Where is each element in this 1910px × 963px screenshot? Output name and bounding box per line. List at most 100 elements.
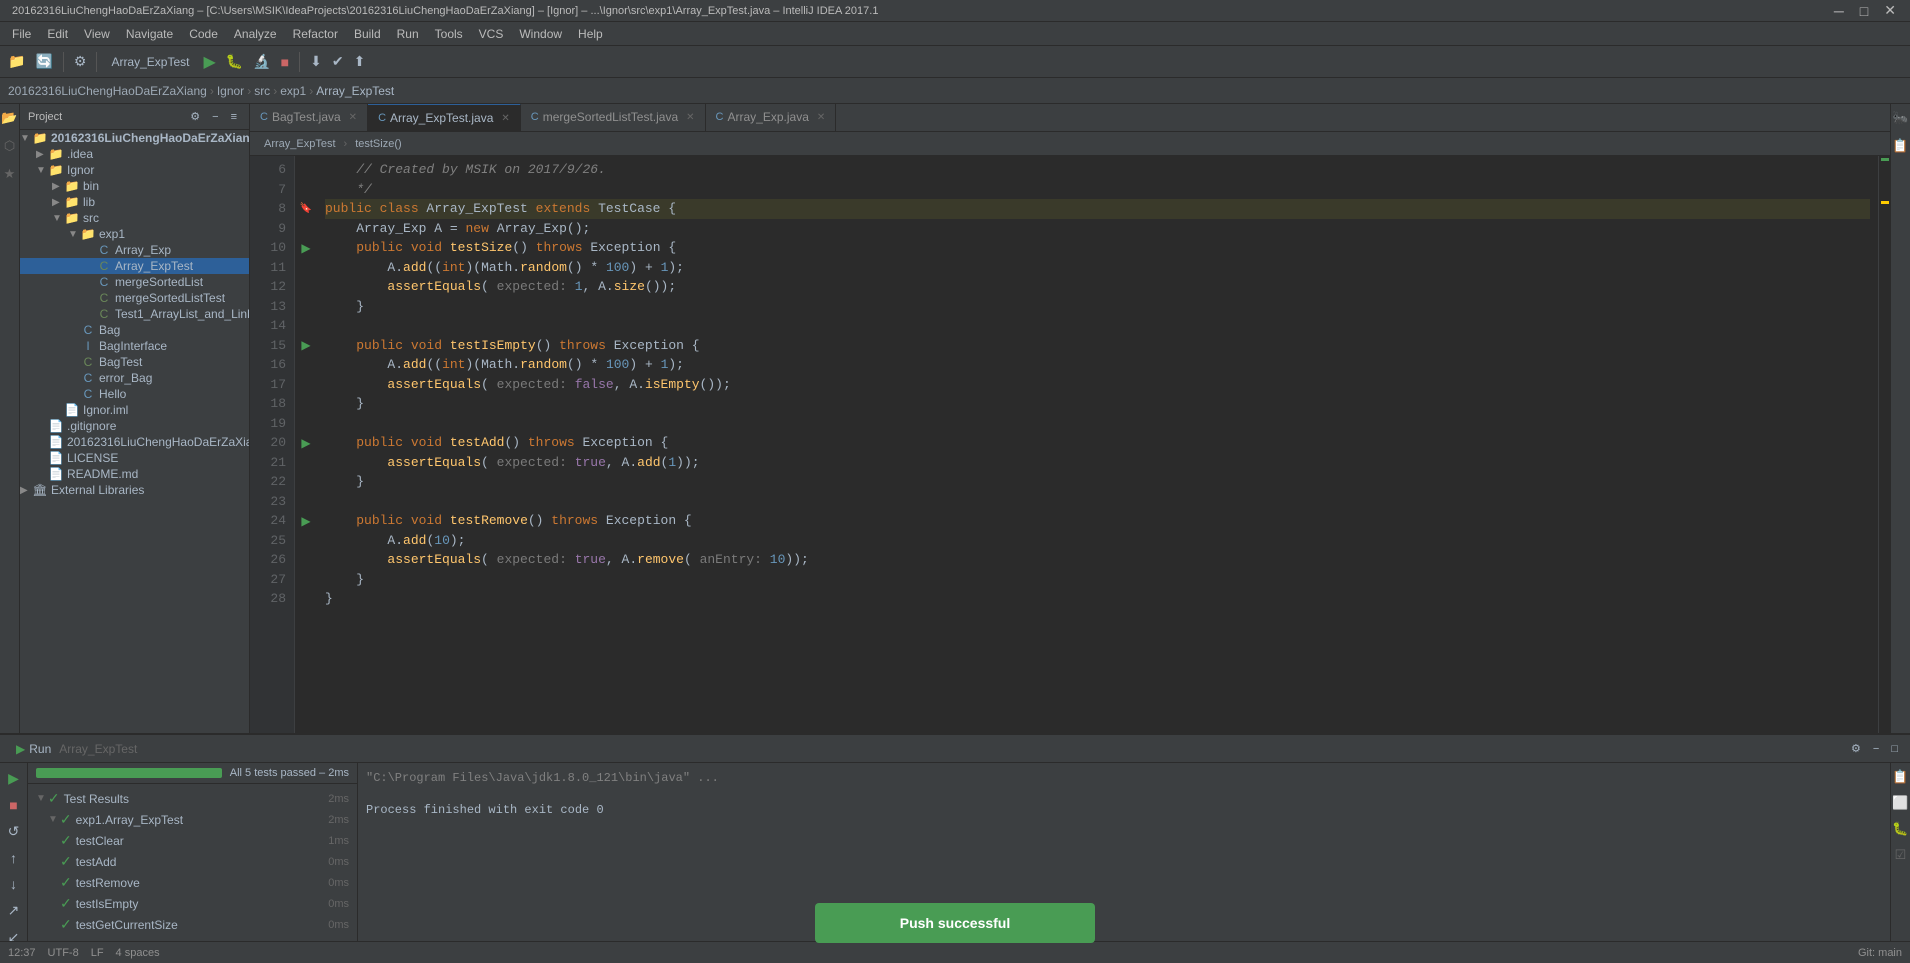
tree-bag[interactable]: C Bag <box>20 322 249 338</box>
run-tab[interactable]: ▶ Run Array_ExpTest <box>8 738 145 760</box>
breadcrumb-file[interactable]: Array_ExpTest <box>316 84 394 98</box>
tab-bagtest[interactable]: C BagTest.java ✕ <box>250 104 368 131</box>
tab-close-mergesorted[interactable]: ✕ <box>686 112 694 123</box>
vcs-update-btn[interactable]: ⬇ <box>306 51 326 72</box>
tree-src[interactable]: ▼ 📁 src <box>20 210 249 226</box>
terminal-icon[interactable]: ⬜ <box>1890 793 1910 813</box>
stop-button[interactable]: ■ <box>277 52 293 72</box>
test-item-testisempty[interactable]: ✓ testIsEmpty 0ms <box>28 893 357 914</box>
structure-icon[interactable]: ⬡ <box>2 136 17 156</box>
tree-readme[interactable]: 📄 README.md <box>20 466 249 482</box>
tree-lib[interactable]: ▶ 📁 lib <box>20 194 249 210</box>
menu-file[interactable]: File <box>4 25 39 43</box>
todo-icon[interactable]: ☑ <box>1893 845 1909 865</box>
run-gutter-15[interactable]: ▶ <box>301 338 310 352</box>
tab-close-array-exptest[interactable]: ✕ <box>501 113 509 124</box>
run-panel-maximize[interactable]: □ <box>1887 740 1902 757</box>
test-results-root[interactable]: ▼ ✓ Test Results 2ms <box>28 788 357 809</box>
breadcrumb-src[interactable]: src <box>254 84 270 98</box>
run-button[interactable]: ▶ <box>199 50 219 74</box>
run-stop-btn[interactable]: ■ <box>6 794 20 816</box>
tree-array-exptest[interactable]: C Array_ExpTest <box>20 258 249 274</box>
maximize-button[interactable]: □ <box>1854 2 1874 19</box>
tree-baginterface[interactable]: I BagInterface <box>20 338 249 354</box>
toolbar-project-btn[interactable]: 📁 <box>4 51 29 72</box>
breadcrumb-project[interactable]: 20162316LiuChengHaoDaErZaXiang <box>8 84 207 98</box>
vcs-commit-btn[interactable]: ✔ <box>328 51 348 72</box>
code-content[interactable]: // Created by MSIK on 2017/9/26. */ publ… <box>317 156 1878 733</box>
menu-analyze[interactable]: Analyze <box>226 25 285 43</box>
test-item-testadd[interactable]: ✓ testAdd 0ms <box>28 851 357 872</box>
tree-idea[interactable]: ▶ 📁 .idea <box>20 146 249 162</box>
toolbar-settings-btn[interactable]: ⚙ <box>70 51 91 72</box>
project-settings-btn[interactable]: ≡ <box>227 108 241 125</box>
test-item-testclear[interactable]: ✓ testClear 1ms <box>28 830 357 851</box>
run-gutter-10[interactable]: ▶ <box>301 241 310 255</box>
menu-run[interactable]: Run <box>389 25 427 43</box>
test-suite-item[interactable]: ▼ ✓ exp1.Array_ExpTest 2ms <box>28 809 357 830</box>
ed-breadcrumb-class[interactable]: Array_ExpTest <box>258 136 342 152</box>
tree-bagtest[interactable]: C BagTest <box>20 354 249 370</box>
project-icon[interactable]: 📂 <box>0 108 20 128</box>
tab-mergesorted[interactable]: C mergeSortedListTest.java ✕ <box>521 104 706 131</box>
tree-array-exp[interactable]: C Array_Exp <box>20 242 249 258</box>
tree-hello[interactable]: C Hello <box>20 386 249 402</box>
tree-mergesortedlist[interactable]: C mergeSortedList <box>20 274 249 290</box>
tab-array-exptest[interactable]: C Array_ExpTest.java ✕ <box>368 104 521 131</box>
tree-main-iml[interactable]: 📄 20162316LiuChengHaoDaErZaXiang.iml <box>20 434 249 450</box>
project-sync-btn[interactable]: ⚙ <box>186 108 204 125</box>
tab-close-bagtest[interactable]: ✕ <box>349 112 357 123</box>
tree-ignor-iml[interactable]: 📄 Ignor.iml <box>20 402 249 418</box>
debug-button[interactable]: 🐛 <box>222 51 247 72</box>
tree-mergesortedlisttest[interactable]: C mergeSortedListTest <box>20 290 249 306</box>
run-gutter-24[interactable]: ▶ <box>301 514 310 528</box>
menu-view[interactable]: View <box>76 25 118 43</box>
run-export-btn[interactable]: ↗ <box>5 899 23 922</box>
tree-gitignore[interactable]: 📄 .gitignore <box>20 418 249 434</box>
tree-test1[interactable]: C Test1_ArrayList_and_LinkedList <box>20 306 249 322</box>
run-up-btn[interactable]: ↑ <box>7 847 20 869</box>
event-log-bottom-icon[interactable]: 📋 <box>1890 767 1910 787</box>
menu-navigate[interactable]: Navigate <box>118 25 181 43</box>
tree-external-libs[interactable]: ▶ 🏛 External Libraries <box>20 482 249 498</box>
close-button[interactable]: ✕ <box>1878 2 1902 19</box>
menu-build[interactable]: Build <box>346 25 389 43</box>
tree-bin[interactable]: ▶ 📁 bin <box>20 178 249 194</box>
minimize-button[interactable]: ─ <box>1828 2 1850 19</box>
run-rerun-btn[interactable]: ↺ <box>5 820 23 843</box>
code-line-26: assertEquals( expected: true, A.remove( … <box>325 550 1870 570</box>
menu-edit[interactable]: Edit <box>39 25 76 43</box>
menu-help[interactable]: Help <box>570 25 611 43</box>
run-play-btn[interactable]: ▶ <box>5 767 22 790</box>
menu-tools[interactable]: Tools <box>427 25 471 43</box>
tree-error-bag[interactable]: C error_Bag <box>20 370 249 386</box>
run-down-btn[interactable]: ↓ <box>7 873 20 895</box>
menu-code[interactable]: Code <box>181 25 226 43</box>
tree-license[interactable]: 📄 LICENSE <box>20 450 249 466</box>
breadcrumb-exp1[interactable]: exp1 <box>280 84 306 98</box>
run-gutter-20[interactable]: ▶ <box>301 436 310 450</box>
tab-icon-bagtest: C <box>260 111 268 123</box>
project-collapse-btn[interactable]: − <box>208 108 222 125</box>
tab-close-array-exp[interactable]: ✕ <box>817 112 825 123</box>
test-item-testremove[interactable]: ✓ testRemove 0ms <box>28 872 357 893</box>
run-panel-minimize[interactable]: − <box>1869 740 1883 757</box>
debug-icon[interactable]: 🐛 <box>1890 819 1910 839</box>
event-log-icon[interactable]: 📋 <box>1890 136 1910 156</box>
tab-array-exp[interactable]: C Array_Exp.java ✕ <box>706 104 837 131</box>
ant-icon[interactable]: 🐜 <box>1890 108 1910 128</box>
tree-ignor[interactable]: ▼ 📁 Ignor <box>20 162 249 178</box>
vcs-push-btn[interactable]: ⬆ <box>350 51 370 72</box>
favorites-icon[interactable]: ★ <box>2 164 18 184</box>
menu-vcs[interactable]: VCS <box>471 25 512 43</box>
ed-breadcrumb-method[interactable]: testSize() <box>349 136 407 152</box>
menu-window[interactable]: Window <box>511 25 570 43</box>
test-item-testgetcurrentsize[interactable]: ✓ testGetCurrentSize 0ms <box>28 914 357 935</box>
coverage-button[interactable]: 🔬 <box>249 51 274 72</box>
breadcrumb-ignor[interactable]: Ignor <box>217 84 244 98</box>
tree-exp1[interactable]: ▼ 📁 exp1 <box>20 226 249 242</box>
tree-root[interactable]: ▼ 📁 20162316LiuChengHaoDaErZaXiang C:\Us… <box>20 130 249 146</box>
menu-refactor[interactable]: Refactor <box>285 25 346 43</box>
toolbar-sync-btn[interactable]: 🔄 <box>31 51 56 72</box>
run-panel-settings[interactable]: ⚙ <box>1847 740 1865 757</box>
